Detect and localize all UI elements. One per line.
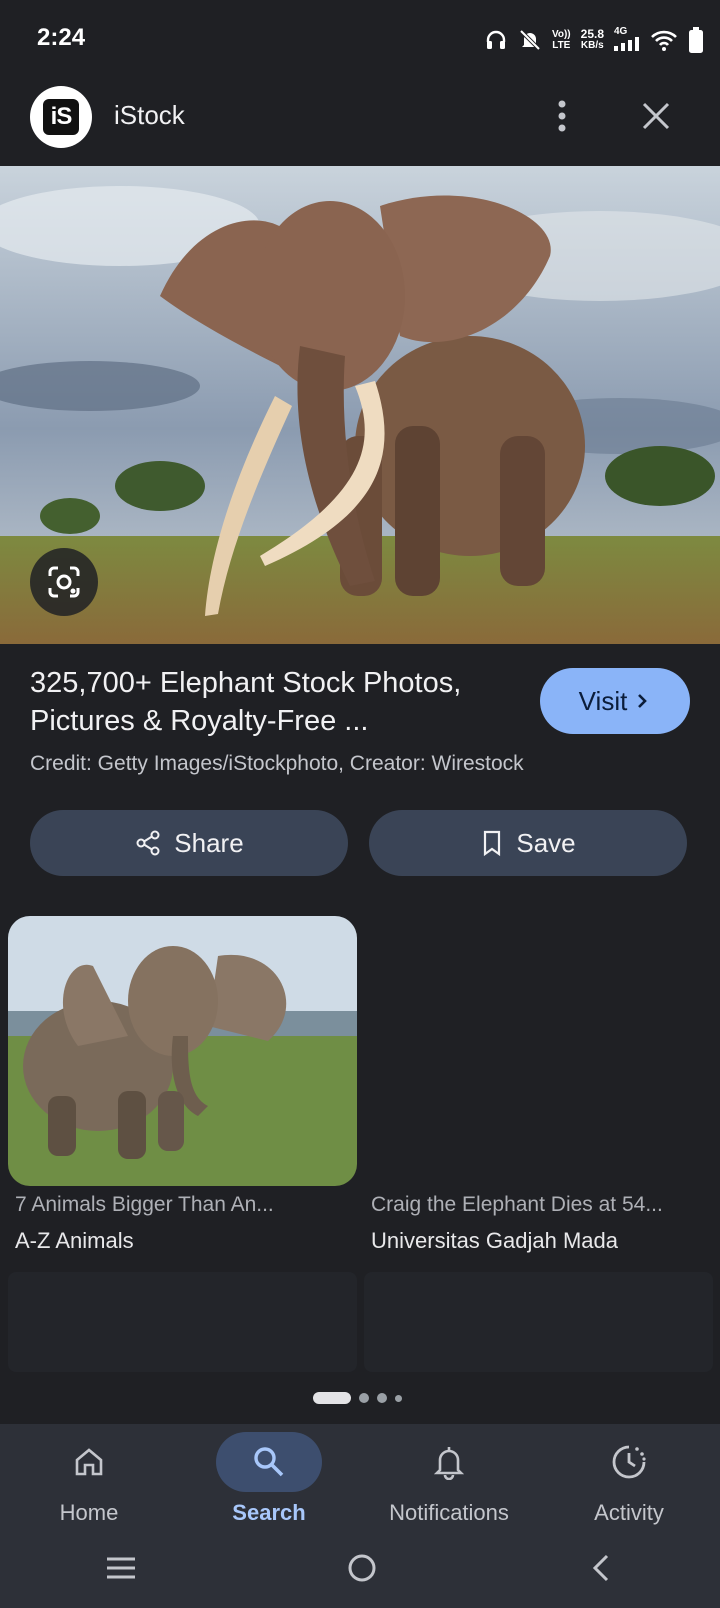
related-source-2[interactable]: Universitas Gadjah Mada bbox=[371, 1228, 618, 1254]
search-icon bbox=[254, 1447, 284, 1477]
network-type: 4G bbox=[614, 26, 628, 37]
network-speed: 25.8 KB/s bbox=[580, 27, 604, 51]
volte-top-text: Vo)) bbox=[551, 29, 571, 40]
page-indicator bbox=[313, 1392, 402, 1404]
bookmark-icon bbox=[484, 830, 501, 857]
home-system-button[interactable] bbox=[346, 1552, 378, 1589]
result-title[interactable]: 325,700+ Elephant Stock Photos, Pictures… bbox=[30, 664, 510, 740]
save-label: Save bbox=[516, 827, 576, 858]
status-icons: Vo)) LTE 25.8 KB/s 4G bbox=[484, 24, 704, 56]
circle-home-icon bbox=[348, 1554, 376, 1581]
status-time: 2:24 bbox=[37, 24, 86, 51]
back-button[interactable] bbox=[587, 1552, 615, 1589]
more-vert-icon bbox=[558, 100, 566, 132]
nav-home-label: Home bbox=[59, 1500, 119, 1525]
google-lens-button[interactable] bbox=[30, 548, 98, 616]
related-image-1[interactable] bbox=[8, 916, 357, 1186]
image-credit: Credit: Getty Images/iStockphoto, Creato… bbox=[30, 752, 524, 775]
nav-search[interactable]: Search bbox=[204, 1432, 334, 1526]
close-button[interactable] bbox=[636, 96, 676, 136]
nav-home-icon-wrap bbox=[36, 1432, 142, 1492]
bell-icon bbox=[433, 1447, 465, 1480]
lens-icon bbox=[48, 566, 80, 598]
visit-label: Visit bbox=[578, 685, 628, 716]
nav-home[interactable]: Home bbox=[24, 1432, 154, 1526]
signal-bars-icon bbox=[614, 37, 639, 51]
related-title-2[interactable]: Craig the Elephant Dies at 54... bbox=[371, 1193, 663, 1217]
page-dot bbox=[377, 1393, 387, 1403]
nav-activity-label: Activity bbox=[594, 1500, 664, 1525]
nav-search-icon-wrap bbox=[216, 1432, 322, 1492]
site-logo[interactable]: iS bbox=[30, 86, 92, 148]
menu-icon bbox=[106, 1557, 135, 1578]
page-dot bbox=[395, 1394, 402, 1402]
nav-activity-icon-wrap bbox=[576, 1432, 682, 1492]
battery-icon bbox=[688, 27, 704, 53]
share-button[interactable]: Share bbox=[30, 810, 348, 876]
headphones-icon bbox=[484, 28, 508, 52]
cell-signal: 4G bbox=[614, 26, 640, 54]
close-icon bbox=[642, 102, 670, 130]
related-title-1[interactable]: 7 Animals Bigger Than An... bbox=[15, 1193, 274, 1217]
wifi-icon bbox=[650, 28, 678, 52]
share-label: Share bbox=[174, 827, 244, 858]
recent-apps-button[interactable] bbox=[105, 1554, 137, 1587]
activity-icon bbox=[612, 1445, 646, 1479]
placeholder-card-1 bbox=[8, 1272, 357, 1372]
speed-value: 25.8 bbox=[580, 27, 604, 41]
nav-activity[interactable]: Activity bbox=[564, 1432, 694, 1526]
more-options-button[interactable] bbox=[548, 96, 576, 136]
system-navigation bbox=[0, 1548, 720, 1592]
share-icon bbox=[136, 830, 160, 856]
save-button[interactable]: Save bbox=[369, 810, 687, 876]
site-logo-text: iS bbox=[43, 99, 79, 135]
volte-bottom-text: LTE bbox=[552, 40, 571, 51]
site-name[interactable]: iStock bbox=[114, 100, 185, 131]
nav-notifications-icon-wrap bbox=[396, 1432, 502, 1492]
nav-notifications[interactable]: Notifications bbox=[384, 1432, 514, 1526]
visit-button[interactable]: Visit bbox=[540, 668, 690, 734]
nav-notifications-label: Notifications bbox=[389, 1500, 509, 1525]
volte-indicator: Vo)) LTE bbox=[552, 29, 571, 51]
nav-search-label: Search bbox=[232, 1500, 306, 1525]
page-dot-active bbox=[313, 1392, 351, 1404]
page-dot bbox=[359, 1393, 369, 1403]
placeholder-card-2 bbox=[364, 1272, 713, 1372]
main-image[interactable] bbox=[0, 166, 720, 644]
speed-unit: KB/s bbox=[580, 40, 604, 51]
related-source-1[interactable]: A-Z Animals bbox=[15, 1228, 134, 1254]
muted-bell-icon bbox=[518, 28, 542, 52]
home-icon bbox=[75, 1448, 103, 1476]
back-chevron-icon bbox=[593, 1554, 609, 1581]
chevron-right-icon bbox=[638, 694, 648, 708]
